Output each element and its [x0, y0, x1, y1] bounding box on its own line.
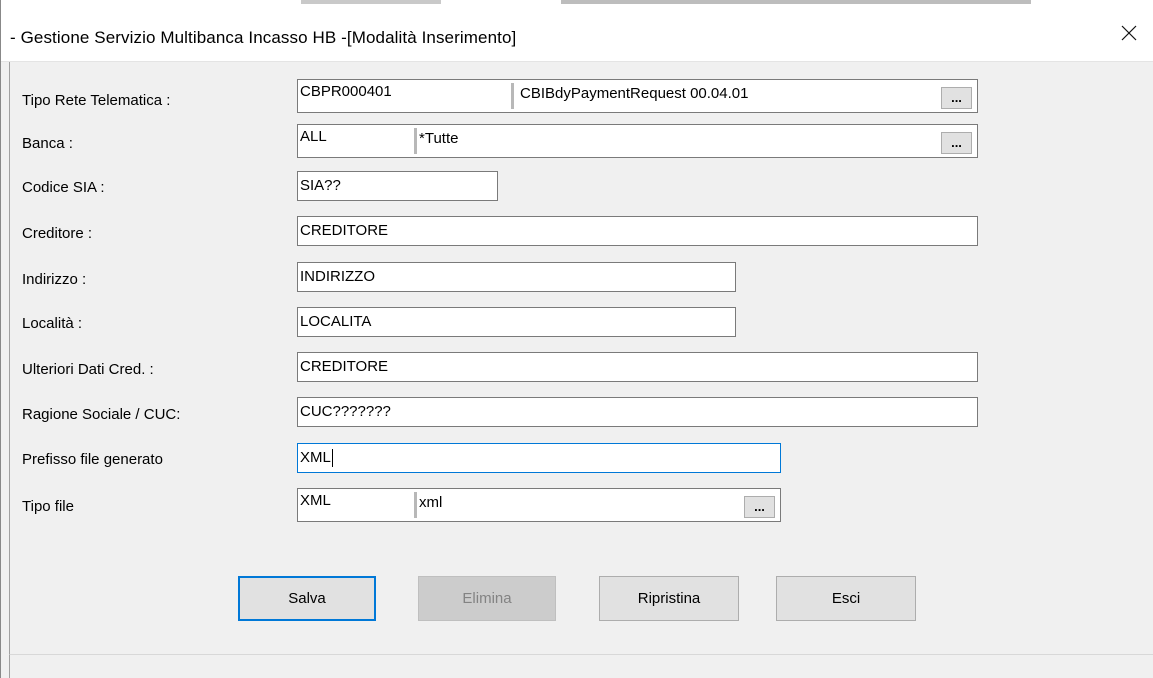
- tipo-file-code[interactable]: XML: [300, 492, 331, 509]
- tipo-file-separator: [414, 492, 417, 518]
- ragione-sociale-label: Ragione Sociale / CUC:: [22, 406, 181, 423]
- tipo-file-combo[interactable]: XML xml ...: [297, 488, 781, 522]
- ulteriori-dati-input[interactable]: CREDITORE: [297, 352, 978, 382]
- elimina-button[interactable]: Elimina: [418, 576, 556, 621]
- ulteriori-dati-label: Ulteriori Dati Cred. :: [22, 361, 154, 378]
- creditore-input[interactable]: CREDITORE: [297, 216, 978, 246]
- banca-code[interactable]: ALL: [300, 128, 327, 145]
- tipo-rete-code[interactable]: CBPR000401: [300, 83, 392, 100]
- status-bar: [9, 654, 1153, 678]
- banca-description: *Tutte: [419, 130, 459, 147]
- localita-input[interactable]: LOCALITA: [297, 307, 736, 337]
- tipo-file-label: Tipo file: [22, 498, 74, 515]
- window-title: - Gestione Servizio Multibanca Incasso H…: [10, 28, 517, 47]
- tipo-rete-separator: [511, 83, 514, 109]
- close-icon: [1121, 25, 1137, 41]
- creditore-label: Creditore :: [22, 225, 93, 242]
- form-panel: Tipo Rete Telematica : CBPR000401 CBIBdy…: [9, 62, 1153, 654]
- tipo-rete-description: CBIBdyPaymentRequest 00.04.01: [520, 85, 749, 102]
- banca-separator: [414, 128, 417, 154]
- esci-button[interactable]: Esci: [776, 576, 916, 621]
- indirizzo-input[interactable]: INDIRIZZO: [297, 262, 736, 292]
- codice-sia-label: Codice SIA :: [22, 179, 105, 196]
- codice-sia-input[interactable]: SIA??: [297, 171, 498, 201]
- prefisso-file-value[interactable]: XML: [300, 449, 331, 466]
- prefisso-file-input[interactable]: XML: [297, 443, 781, 473]
- title-bar: - Gestione Servizio Multibanca Incasso H…: [1, 0, 1153, 62]
- title-bar-top-edge: [1, 0, 1153, 4]
- text-caret: [331, 449, 333, 468]
- banca-combo[interactable]: ALL *Tutte ...: [297, 124, 978, 158]
- close-button[interactable]: [1106, 14, 1152, 52]
- tipo-rete-lookup-button[interactable]: ...: [941, 87, 972, 109]
- banca-label: Banca :: [22, 135, 73, 152]
- tipo-rete-label: Tipo Rete Telematica :: [22, 92, 171, 109]
- prefisso-file-label: Prefisso file generato: [22, 451, 163, 468]
- ripristina-button[interactable]: Ripristina: [599, 576, 739, 621]
- dialog-window: - Gestione Servizio Multibanca Incasso H…: [0, 0, 1153, 678]
- indirizzo-label: Indirizzo :: [22, 271, 87, 288]
- tipo-file-description: xml: [419, 494, 443, 511]
- banca-lookup-button[interactable]: ...: [941, 132, 972, 154]
- tipo-rete-combo[interactable]: CBPR000401 CBIBdyPaymentRequest 00.04.01…: [297, 79, 978, 113]
- localita-label: Località :: [22, 315, 83, 332]
- ragione-sociale-input[interactable]: CUC???????: [297, 397, 978, 427]
- salva-button[interactable]: Salva: [238, 576, 376, 621]
- tipo-file-lookup-button[interactable]: ...: [744, 496, 775, 518]
